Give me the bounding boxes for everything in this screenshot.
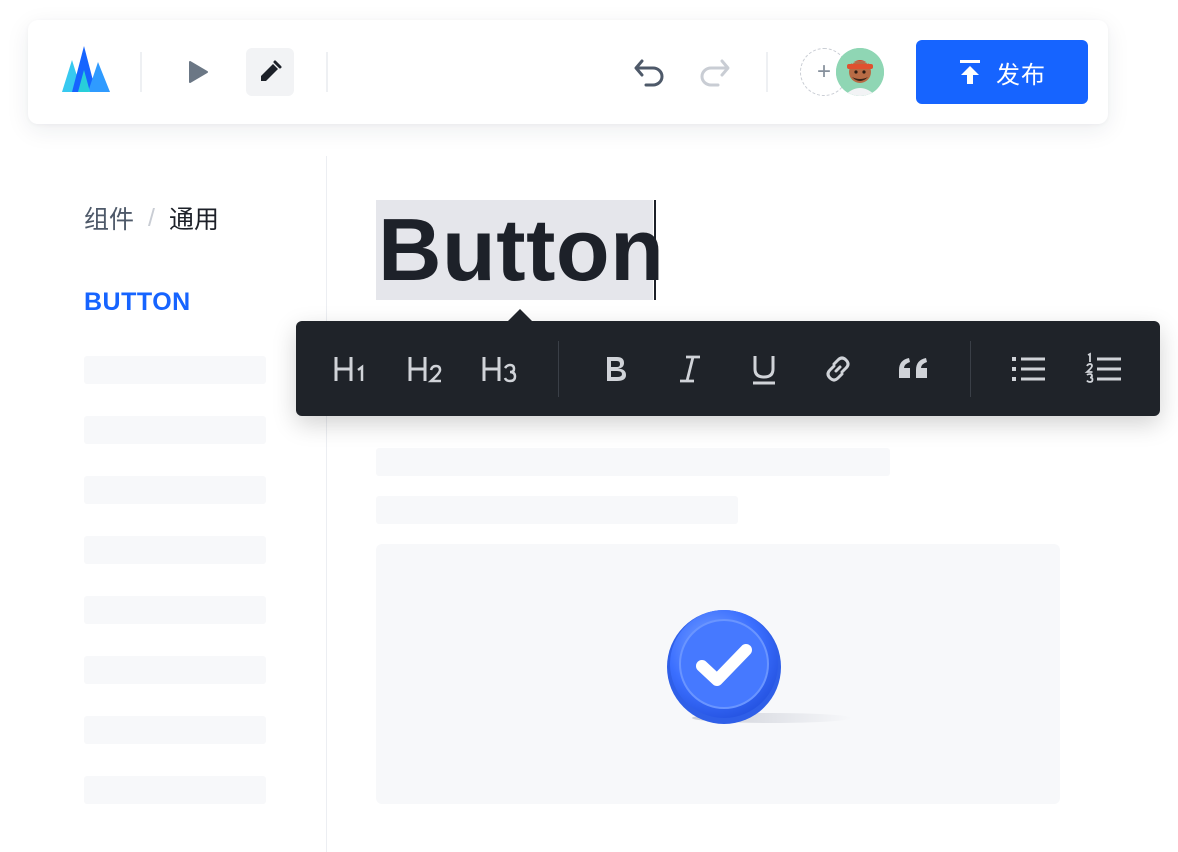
bulleted-list-button[interactable] <box>1004 345 1052 393</box>
plus-icon: + <box>816 58 831 85</box>
text-line-placeholder <box>376 496 738 524</box>
toolbar-divider <box>140 52 142 92</box>
publish-button[interactable]: 发布 <box>916 40 1088 104</box>
component-preview <box>376 544 1060 804</box>
pencil-icon <box>261 60 282 81</box>
numbered-list-button[interactable] <box>1080 345 1128 393</box>
sidebar-item-placeholder[interactable] <box>84 356 266 384</box>
italic-button[interactable] <box>666 345 714 393</box>
sidebar-item-placeholder[interactable] <box>84 416 266 444</box>
heading-2-button[interactable] <box>402 345 450 393</box>
bulleted-list-icon <box>1012 357 1045 381</box>
text-line-placeholder <box>376 448 890 476</box>
link-icon <box>826 356 850 382</box>
sidebar-item-placeholder[interactable] <box>84 776 266 804</box>
sidebar-item-placeholder[interactable] <box>84 656 266 684</box>
redo-icon <box>700 59 730 87</box>
italic-icon <box>680 355 700 383</box>
underline-button[interactable] <box>740 345 788 393</box>
toolbar-divider <box>326 52 328 92</box>
user-avatar-icon <box>836 48 884 96</box>
check-circle-icon <box>667 610 852 724</box>
edit-button[interactable] <box>246 48 294 96</box>
breadcrumb: 组件 / 通用 <box>84 200 219 236</box>
sidebar-divider <box>326 156 327 852</box>
bold-button[interactable] <box>592 345 640 393</box>
format-toolbar <box>296 309 1160 416</box>
undo-button[interactable] <box>626 48 674 96</box>
underline-icon <box>753 356 775 385</box>
heading-2-icon <box>408 357 442 383</box>
page-heading[interactable]: Button <box>378 196 664 304</box>
top-toolbar: + 发布 <box>28 20 1108 124</box>
undo-icon <box>634 59 664 87</box>
sidebar-item-placeholder[interactable] <box>84 716 266 744</box>
avatar[interactable] <box>836 48 884 96</box>
upload-icon <box>960 60 980 84</box>
play-icon <box>189 61 208 83</box>
bold-icon <box>607 357 626 381</box>
heading-3-button[interactable] <box>476 345 524 393</box>
link-button[interactable] <box>814 345 862 393</box>
sidebar-item-placeholder[interactable] <box>84 536 266 564</box>
publish-label: 发布 <box>996 61 1046 89</box>
quote-button[interactable] <box>890 345 938 393</box>
redo-button[interactable] <box>690 48 738 96</box>
heading-1-icon <box>334 357 364 381</box>
breadcrumb-separator: / <box>148 203 155 232</box>
logo-icon <box>62 46 110 92</box>
format-divider <box>970 341 971 397</box>
sidebar-item-button[interactable]: BUTTON <box>84 288 191 317</box>
breadcrumb-current: 通用 <box>168 206 219 234</box>
heading-1-button[interactable] <box>328 345 376 393</box>
quote-icon <box>899 358 927 378</box>
toolbar-divider <box>766 52 768 92</box>
play-button[interactable] <box>174 48 222 96</box>
sidebar-item-placeholder[interactable] <box>84 596 266 624</box>
format-divider <box>558 341 559 397</box>
sidebar-item-placeholder[interactable] <box>84 476 266 504</box>
numbered-list-icon <box>1084 352 1121 383</box>
text-caret <box>654 200 656 300</box>
heading-3-icon <box>482 357 517 383</box>
breadcrumb-parent[interactable]: 组件 <box>84 200 134 236</box>
